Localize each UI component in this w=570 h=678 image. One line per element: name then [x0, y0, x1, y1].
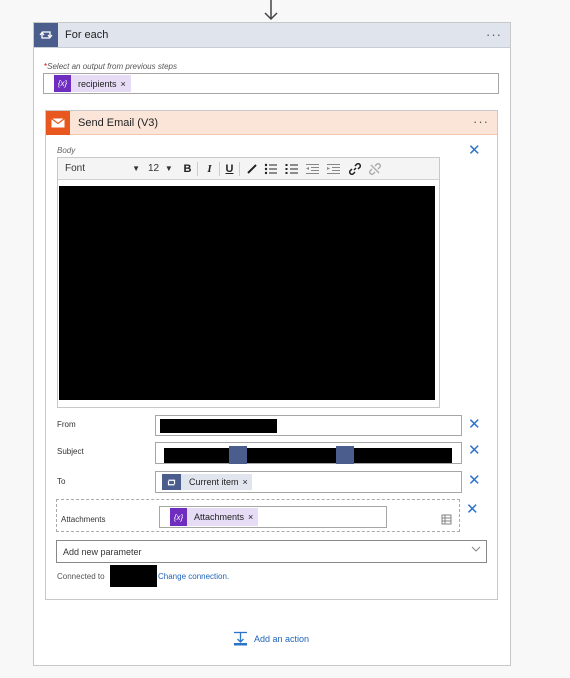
- chevron-down-icon: ▼: [164, 164, 173, 173]
- chevron-down-icon: ▼: [132, 164, 140, 173]
- add-new-parameter-dropdown[interactable]: Add new parameter: [56, 540, 487, 563]
- attachments-input[interactable]: {x} Attachments ×: [159, 506, 387, 528]
- chevron-down-icon: [471, 544, 481, 557]
- font-size-select[interactable]: 12 ▼: [148, 161, 176, 177]
- add-action-icon: [234, 631, 247, 646]
- clear-to-close-icon[interactable]: ✕: [468, 473, 481, 488]
- connection-name: [110, 565, 157, 587]
- subject-label: Subject: [57, 447, 84, 456]
- down-arrow-icon: [264, 0, 278, 21]
- increase-indent-icon[interactable]: [326, 161, 341, 177]
- dynamic-content-icon: {x}: [170, 508, 187, 526]
- subject-foreach-token[interactable]: [229, 446, 247, 464]
- add-an-action-button[interactable]: Add an action: [233, 631, 309, 646]
- from-label: From: [57, 420, 76, 429]
- send-email-title: Send Email (V3): [78, 117, 159, 129]
- send-email-more-menu-icon[interactable]: ···: [473, 114, 489, 129]
- attachments-token[interactable]: {x} Attachments ×: [170, 508, 259, 526]
- from-value: [160, 419, 277, 433]
- body-label: Body: [57, 146, 76, 155]
- font-family-select[interactable]: Font ▼: [62, 161, 142, 177]
- clear-subject-close-icon[interactable]: ✕: [468, 443, 481, 458]
- from-input[interactable]: [155, 415, 462, 436]
- remove-token-icon[interactable]: ×: [243, 477, 252, 487]
- clear-body-close-icon[interactable]: ✕: [468, 143, 481, 158]
- send-email-header[interactable]: Send Email (V3) ···: [46, 111, 497, 135]
- dynamic-content-icon: {x}: [54, 75, 71, 92]
- mail-icon: [46, 111, 70, 135]
- foreach-header[interactable]: For each ···: [34, 23, 510, 48]
- recipients-token[interactable]: {x} recipients ×: [54, 75, 131, 92]
- foreach-more-menu-icon[interactable]: ···: [486, 27, 502, 42]
- loop-icon: [162, 474, 181, 490]
- change-connection-link[interactable]: Change connection.: [158, 572, 229, 581]
- remove-token-icon[interactable]: ×: [248, 512, 258, 522]
- remove-token-icon[interactable]: ×: [121, 79, 131, 89]
- clear-attachments-close-icon[interactable]: ✕: [466, 502, 479, 517]
- clear-from-close-icon[interactable]: ✕: [468, 417, 481, 432]
- italic-button[interactable]: I: [202, 161, 217, 177]
- connected-to-label: Connected to: [57, 572, 105, 581]
- remove-link-icon[interactable]: [367, 161, 382, 177]
- subject-foreach-token[interactable]: [336, 446, 354, 464]
- token-label: recipients: [78, 78, 117, 89]
- bold-button[interactable]: B: [180, 161, 195, 177]
- loop-icon: [34, 23, 58, 47]
- attachments-label: Attachments: [61, 515, 106, 524]
- editor-toolbar: Font ▼ 12 ▼ B I U: [58, 158, 439, 180]
- toolbar-divider: [197, 162, 198, 176]
- token-label: Attachments: [194, 512, 245, 522]
- body-text-area[interactable]: [59, 186, 435, 400]
- add-action-label: Add an action: [254, 633, 310, 644]
- select-output-input[interactable]: {x} recipients ×: [43, 73, 499, 94]
- toolbar-divider: [239, 162, 240, 176]
- foreach-title: For each: [65, 29, 109, 41]
- bullet-list-icon[interactable]: [263, 161, 278, 177]
- underline-button[interactable]: U: [222, 161, 237, 177]
- toolbar-divider: [219, 162, 220, 176]
- font-color-pen-icon[interactable]: [244, 161, 259, 177]
- token-label: Current item: [189, 477, 239, 487]
- current-item-token[interactable]: Current item ×: [162, 474, 252, 490]
- attachments-group: Attachments {x} Attachments ×: [56, 499, 460, 532]
- decrease-indent-icon[interactable]: [305, 161, 320, 177]
- to-label: To: [57, 477, 66, 486]
- numbered-list-icon[interactable]: [284, 161, 299, 177]
- body-editor: Font ▼ 12 ▼ B I U: [57, 157, 440, 408]
- add-parameter-label: Add new parameter: [63, 547, 142, 557]
- subject-input[interactable]: [155, 442, 462, 464]
- select-output-label: *Select an output from previous steps: [44, 62, 177, 71]
- subject-value: [164, 448, 452, 463]
- insert-link-icon[interactable]: [347, 161, 362, 177]
- to-input[interactable]: Current item ×: [155, 471, 462, 493]
- array-input-toggle-icon[interactable]: [441, 512, 452, 525]
